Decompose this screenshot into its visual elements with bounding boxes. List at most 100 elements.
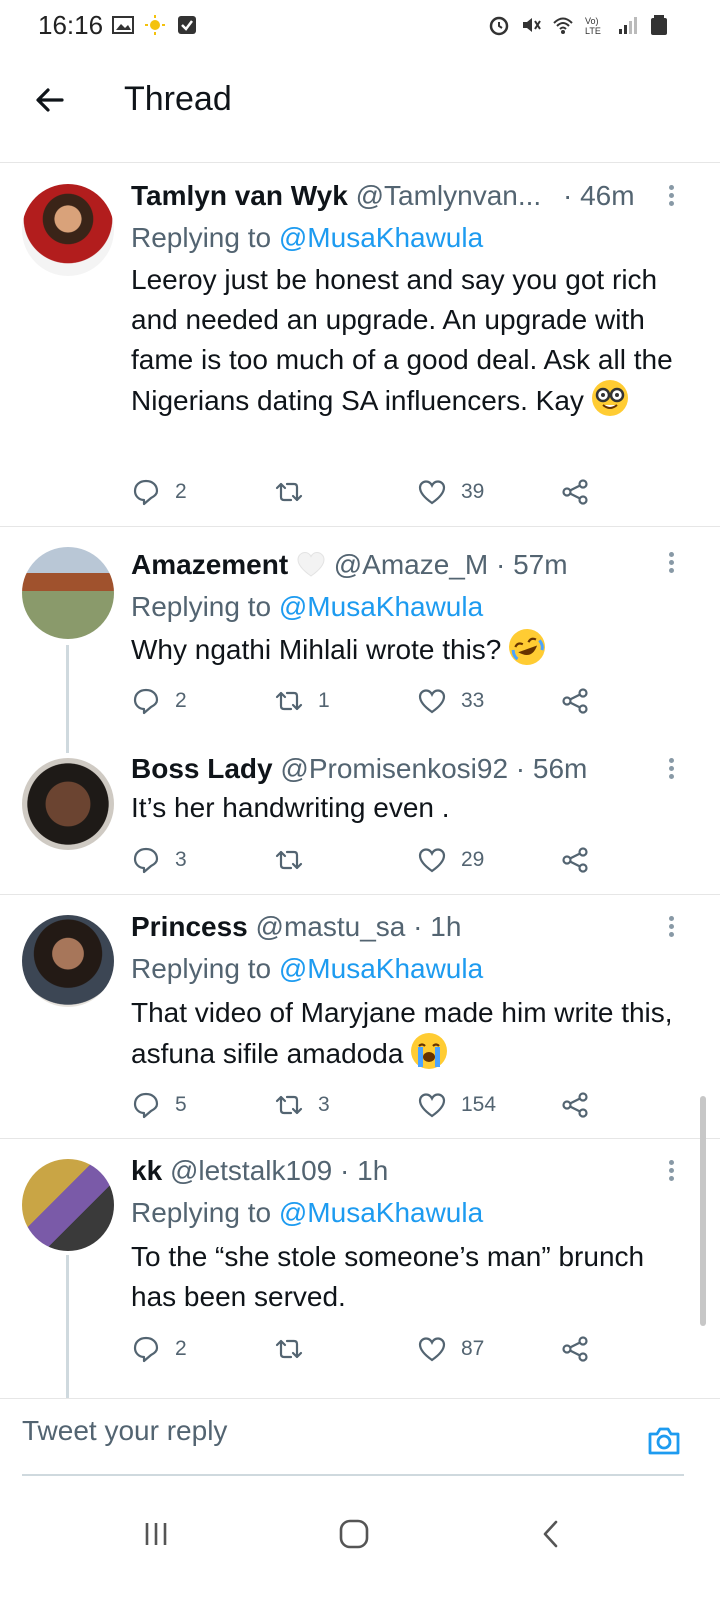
share-button[interactable] bbox=[560, 685, 590, 717]
scrollbar[interactable] bbox=[700, 1096, 706, 1326]
retweet-button[interactable] bbox=[274, 1333, 318, 1365]
tweet-text-content: It’s her handwriting even . bbox=[131, 792, 450, 823]
retweet-icon bbox=[275, 691, 303, 711]
like-count: 154 bbox=[461, 1093, 497, 1116]
like-button[interactable]: 29 bbox=[417, 844, 484, 876]
author-handle[interactable]: @Amaze_M bbox=[334, 549, 488, 580]
heart-icon bbox=[418, 689, 446, 714]
like-button[interactable]: 33 bbox=[417, 685, 484, 717]
status-time: 16:16 bbox=[38, 10, 104, 40]
replying-to-label: Replying to bbox=[131, 1197, 272, 1228]
more-options-icon[interactable] bbox=[664, 755, 678, 785]
more-options-icon[interactable] bbox=[664, 549, 678, 579]
reply-count: 5 bbox=[175, 1093, 187, 1116]
tweet-time: · 1h bbox=[340, 1155, 389, 1186]
tweet-header: Princess @mastu_sa · 1h bbox=[131, 911, 461, 943]
input-underline bbox=[22, 1474, 684, 1476]
author-handle[interactable]: @Tamlynvan... bbox=[356, 180, 542, 211]
share-button[interactable] bbox=[560, 844, 590, 876]
like-button[interactable]: 39 bbox=[417, 476, 484, 508]
mention-link[interactable]: @MusaKhawula bbox=[279, 222, 483, 253]
more-options-icon[interactable] bbox=[664, 182, 678, 212]
camera-icon[interactable] bbox=[646, 1423, 682, 1459]
reply-icon bbox=[133, 479, 159, 506]
mention-link[interactable]: @MusaKhawula bbox=[279, 1197, 483, 1228]
mention-link[interactable]: @MusaKhawula bbox=[279, 953, 483, 984]
alarm-icon bbox=[489, 16, 509, 36]
heart-icon bbox=[418, 1093, 446, 1118]
retweet-button[interactable]: 1 bbox=[274, 685, 330, 717]
author-handle[interactable]: @mastu_sa bbox=[256, 911, 406, 942]
reply-button[interactable]: 5 bbox=[131, 1089, 187, 1121]
author-handle[interactable]: @letstalk109 bbox=[170, 1155, 332, 1186]
svg-text:LTE: LTE bbox=[585, 26, 601, 36]
reply-button[interactable]: 2 bbox=[131, 685, 187, 717]
retweet-button[interactable] bbox=[274, 476, 318, 508]
mention-link[interactable]: @MusaKhawula bbox=[279, 591, 483, 622]
home-icon[interactable] bbox=[334, 1514, 374, 1554]
back-nav-icon[interactable] bbox=[532, 1514, 572, 1554]
replying-to-label: Replying to bbox=[131, 591, 272, 622]
retweet-icon bbox=[275, 1339, 303, 1359]
tweet-actions: 2 39 bbox=[131, 476, 611, 508]
retweet-button[interactable]: 3 bbox=[274, 1089, 330, 1121]
share-icon bbox=[562, 479, 588, 505]
author-name[interactable]: Tamlyn van Wyk bbox=[131, 180, 348, 211]
reply-button[interactable]: 2 bbox=[131, 1333, 187, 1365]
author-name[interactable]: Amazement bbox=[131, 549, 288, 580]
retweet-icon bbox=[275, 1095, 303, 1115]
avatar[interactable] bbox=[22, 915, 114, 1007]
heart-icon bbox=[418, 1337, 446, 1362]
reply-icon bbox=[133, 688, 159, 715]
share-button[interactable] bbox=[560, 1089, 590, 1121]
like-button[interactable]: 154 bbox=[417, 1089, 496, 1121]
share-button[interactable] bbox=[560, 476, 590, 508]
replying-to-label: Replying to bbox=[131, 953, 272, 984]
retweet-button[interactable] bbox=[274, 844, 318, 876]
author-handle[interactable]: @Promisenkosi92 bbox=[280, 753, 508, 784]
reply-icon bbox=[133, 847, 159, 874]
tweet-text: It’s her handwriting even . bbox=[131, 788, 691, 828]
system-nav-bar bbox=[0, 1478, 720, 1600]
tweet-text: Leeroy just be honest and say you got ri… bbox=[131, 260, 691, 421]
reply-button[interactable]: 2 bbox=[131, 476, 187, 508]
author-name[interactable]: Boss Lady bbox=[131, 753, 273, 784]
reply-button[interactable]: 3 bbox=[131, 844, 187, 876]
share-icon bbox=[562, 1336, 588, 1362]
avatar[interactable] bbox=[22, 758, 114, 850]
more-options-icon[interactable] bbox=[664, 913, 678, 943]
tweet-time: · 56m bbox=[515, 753, 588, 784]
tweet-divider bbox=[0, 1138, 720, 1139]
replying-to-label: Replying to bbox=[131, 222, 272, 253]
divider bbox=[0, 148, 720, 163]
like-button[interactable]: 87 bbox=[417, 1333, 484, 1365]
like-count: 33 bbox=[461, 689, 485, 712]
checkbox-icon bbox=[178, 16, 196, 34]
author-name[interactable]: kk bbox=[131, 1155, 162, 1186]
tweet-text: Why ngathi Mihlali wrote this? bbox=[131, 623, 691, 671]
share-icon bbox=[562, 1092, 588, 1118]
gallery-icon bbox=[112, 16, 134, 34]
tweet-header: Tamlyn van Wyk @Tamlynvan... · 46m bbox=[131, 180, 635, 212]
tweet-text: That video of Maryjane made him write th… bbox=[131, 993, 691, 1074]
recent-apps-icon[interactable] bbox=[136, 1514, 176, 1554]
share-button[interactable] bbox=[560, 1333, 590, 1365]
avatar[interactable] bbox=[22, 547, 114, 639]
author-name[interactable]: Princess bbox=[131, 911, 248, 942]
white-heart-icon bbox=[296, 550, 326, 578]
tweet-actions: 2 87 bbox=[131, 1333, 611, 1365]
more-options-icon[interactable] bbox=[664, 1157, 678, 1187]
thread-line bbox=[66, 645, 69, 753]
like-count: 29 bbox=[461, 848, 485, 871]
back-arrow-icon[interactable] bbox=[30, 80, 70, 120]
avatar[interactable] bbox=[22, 1159, 114, 1251]
tweet-reply-input[interactable]: Tweet your reply bbox=[22, 1415, 227, 1447]
page-title: Thread bbox=[124, 80, 232, 118]
share-icon bbox=[562, 688, 588, 714]
reply-count: 2 bbox=[175, 1337, 187, 1360]
volte-icon: Vo)LTE bbox=[585, 16, 601, 36]
reply-icon bbox=[133, 1336, 159, 1363]
reply-count: 2 bbox=[175, 689, 187, 712]
battery-icon bbox=[651, 15, 667, 35]
avatar[interactable] bbox=[22, 184, 114, 276]
